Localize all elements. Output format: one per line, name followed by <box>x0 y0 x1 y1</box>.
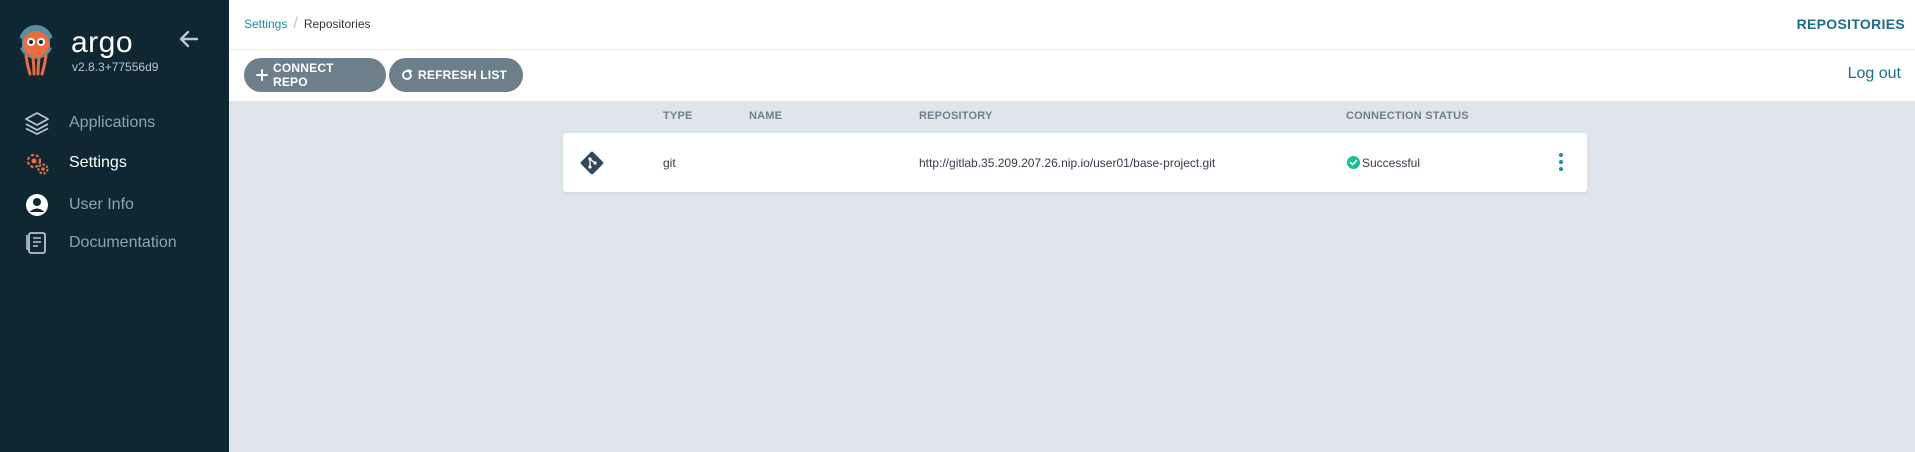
sidebar-item-settings[interactable]: Settings <box>0 144 229 180</box>
refresh-icon <box>402 69 412 80</box>
repo-type: git <box>663 156 676 170</box>
version-label: v2.8.3+77556d9 <box>72 60 159 74</box>
column-header-connection-status: CONNECTION STATUS <box>1346 110 1469 122</box>
breadcrumb-separator: / <box>293 15 298 32</box>
sidebar: argo v2.8.3+77556d9 Applications Setting… <box>0 0 229 452</box>
gears-icon <box>26 153 49 175</box>
sidebar-item-user-info[interactable]: User Info <box>0 186 229 222</box>
sidebar-item-label: User Info <box>69 196 134 213</box>
argo-mascot-icon <box>18 25 54 76</box>
breadcrumb: Settings / Repositories <box>244 16 371 32</box>
logo-text: argo <box>71 26 134 59</box>
kebab-menu-icon[interactable] <box>1555 151 1567 173</box>
book-icon <box>26 232 46 254</box>
breadcrumb-current: Repositories <box>303 17 371 31</box>
toolbar: CONNECT REPO REFRESH LIST Log out <box>229 50 1915 101</box>
sidebar-item-documentation[interactable]: Documentation <box>0 224 229 260</box>
user-circle-icon <box>26 194 48 216</box>
git-icon <box>580 151 604 175</box>
repo-url: http://gitlab.35.209.207.26.nip.io/user0… <box>919 156 1216 170</box>
connect-repo-button[interactable]: CONNECT REPO <box>244 58 386 92</box>
connect-repo-label: CONNECT REPO <box>272 61 334 89</box>
check-circle-icon <box>1347 156 1360 169</box>
breadcrumb-settings-link[interactable]: Settings <box>244 17 287 31</box>
column-header-name: NAME <box>749 110 783 122</box>
arrow-left-icon[interactable] <box>178 28 200 50</box>
table-row[interactable]: git http://gitlab.35.209.207.26.nip.io/u… <box>563 133 1587 192</box>
logout-link[interactable]: Log out <box>1848 65 1901 83</box>
connection-status: Successful <box>1362 156 1421 170</box>
refresh-list-label: REFRESH LIST <box>418 68 508 82</box>
page-title[interactable]: REPOSITORIES <box>1797 16 1905 32</box>
column-header-type: TYPE <box>663 110 693 122</box>
top-bar: Settings / Repositories REPOSITORIES <box>229 0 1915 50</box>
refresh-list-button[interactable]: REFRESH LIST <box>389 58 523 92</box>
table-header: TYPE NAME REPOSITORY CONNECTION STATUS <box>0 110 1915 124</box>
plus-icon <box>256 69 268 81</box>
sidebar-item-label: Documentation <box>69 234 177 251</box>
sidebar-item-label: Settings <box>69 154 127 171</box>
column-header-repository: REPOSITORY <box>919 110 993 122</box>
